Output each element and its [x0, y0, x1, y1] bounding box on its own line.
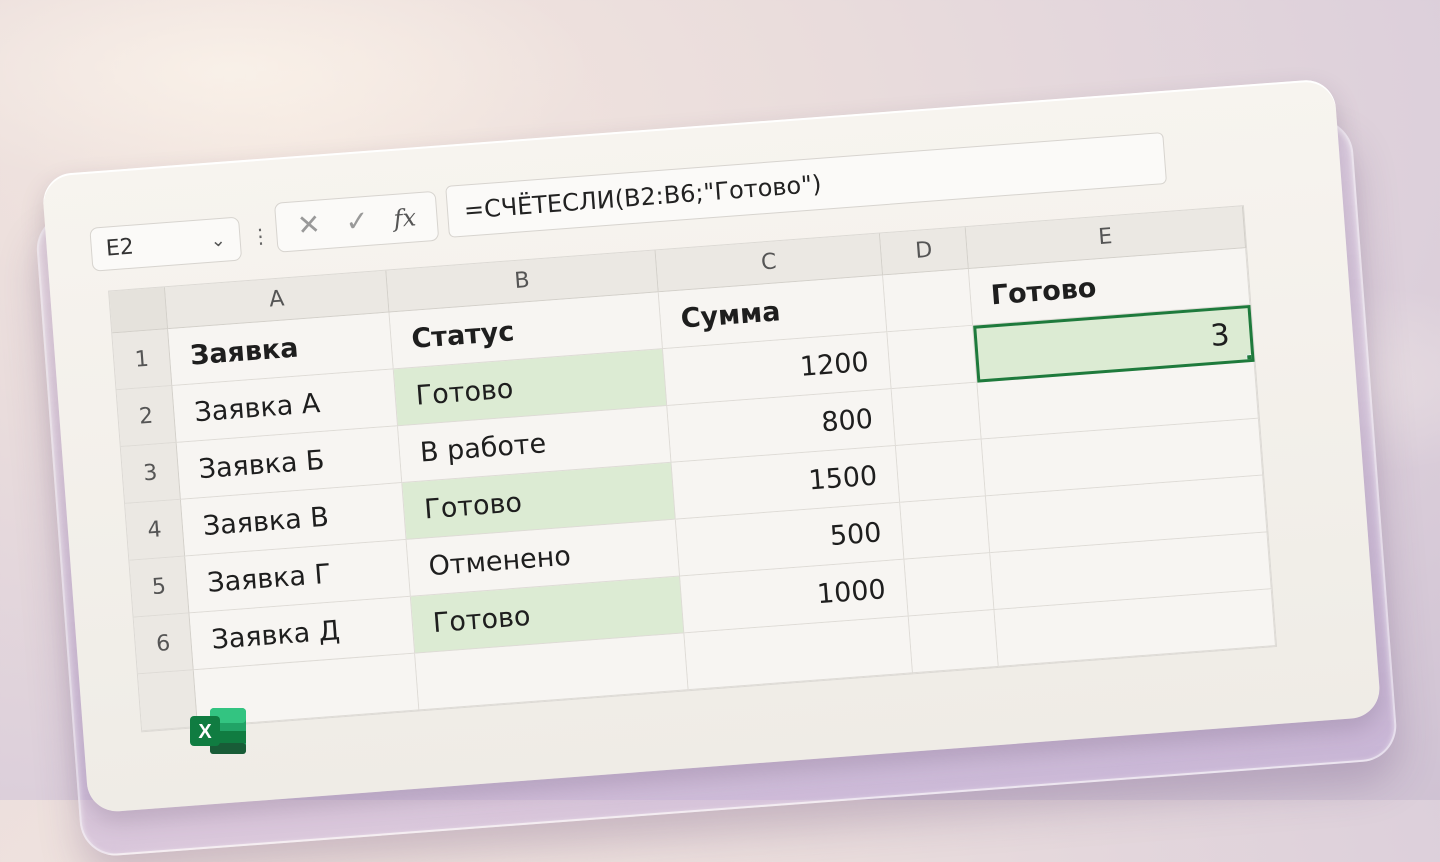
row-header-1[interactable]: 1: [112, 329, 173, 391]
cell-d4[interactable]: [895, 439, 986, 503]
row-header-5[interactable]: 5: [129, 556, 190, 618]
close-icon[interactable]: ✕: [296, 207, 322, 242]
column-header-d[interactable]: D: [879, 227, 969, 276]
empty-cell: [908, 610, 999, 674]
cell-d3[interactable]: [891, 382, 982, 446]
name-box-value: E2: [104, 234, 135, 262]
cell-d1[interactable]: [883, 268, 974, 333]
chevron-down-icon[interactable]: ⌄: [210, 229, 227, 251]
row-header-3[interactable]: 3: [120, 442, 181, 504]
cell-d2[interactable]: [887, 325, 978, 390]
row-header-6[interactable]: 6: [133, 613, 194, 675]
cell-d5[interactable]: [900, 496, 991, 560]
cell-d6[interactable]: [904, 553, 995, 617]
fx-icon[interactable]: fx: [393, 203, 417, 233]
select-all-corner[interactable]: [109, 287, 169, 334]
spreadsheet-grid: A B C D E 1 Заявка Статус Сумма Готово 2…: [108, 205, 1278, 733]
excel-logo-letter: X: [198, 721, 212, 743]
excel-logo-icon: X: [190, 708, 246, 754]
check-icon[interactable]: ✓: [344, 204, 370, 239]
row-header-2[interactable]: 2: [116, 386, 177, 448]
cell-e2-value: 3: [1209, 317, 1231, 354]
row-header-4[interactable]: 4: [125, 499, 186, 561]
